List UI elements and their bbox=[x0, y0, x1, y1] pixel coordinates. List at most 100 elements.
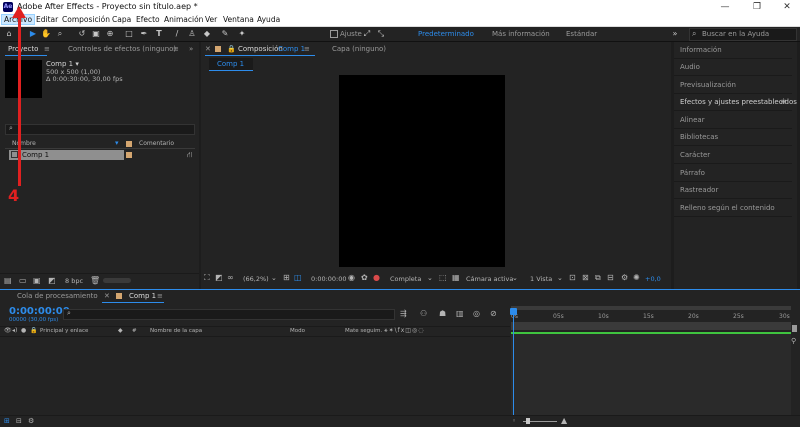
hand-tool-icon[interactable]: ✋ bbox=[41, 29, 51, 39]
rotate-tool-icon[interactable]: ↺ bbox=[77, 29, 87, 39]
track-area[interactable] bbox=[511, 334, 791, 415]
interpret-footage-icon[interactable]: ▤ bbox=[4, 276, 12, 285]
puppet-pin-icon[interactable]: ✦ bbox=[237, 29, 247, 39]
menu-ver[interactable]: Ver bbox=[205, 15, 217, 24]
in-out-toggle-icon[interactable]: ⚙ bbox=[28, 417, 34, 425]
sort-chevron-icon[interactable]: ▾ bbox=[115, 139, 119, 147]
effects-menu-icon[interactable]: ≡ bbox=[780, 97, 787, 106]
tab-effect-controls[interactable]: Controles de efectos (ninguno) bbox=[68, 45, 176, 53]
playhead[interactable] bbox=[513, 310, 514, 415]
comp-menu-icon[interactable]: ≡ bbox=[304, 45, 310, 53]
new-composition-icon[interactable]: ▣ bbox=[33, 276, 41, 285]
shy-layers-icon[interactable]: ☗ bbox=[439, 309, 446, 318]
col-parent-link[interactable]: Principal y enlace bbox=[40, 328, 88, 334]
new-folder-icon[interactable]: ▭ bbox=[19, 276, 27, 285]
project-row[interactable]: Comp 1 bbox=[9, 150, 124, 160]
motion-blur-icon[interactable]: ◎ bbox=[473, 309, 480, 318]
comp-button-icon[interactable]: ⚲ bbox=[791, 337, 796, 345]
time-ruler[interactable]: 0s 05s 10s 15s 20s 25s 30s bbox=[511, 309, 793, 320]
panel-preview[interactable]: Previsualización bbox=[680, 81, 736, 89]
graph-editor-icon[interactable]: ⊘ bbox=[490, 309, 497, 318]
resolution[interactable]: Completa bbox=[390, 275, 421, 283]
brush-tool-icon[interactable]: / bbox=[172, 29, 182, 39]
color-management-icon[interactable]: ● bbox=[373, 273, 380, 282]
panel-character[interactable]: Carácter bbox=[680, 151, 710, 159]
workspace-more-icon[interactable]: » bbox=[670, 29, 680, 39]
tab-composition-name[interactable]: Comp 1 bbox=[278, 45, 305, 53]
close-comp-icon[interactable]: ✕ bbox=[205, 45, 211, 53]
flowchart-icon[interactable]: ⛙ bbox=[187, 150, 193, 160]
switches-icons[interactable]: ⚹✶\fx◫◎◌ bbox=[384, 327, 424, 335]
binoculars-icon[interactable]: ∞ bbox=[227, 273, 234, 282]
workspace-default[interactable]: Predeterminado bbox=[418, 30, 474, 38]
menu-editar[interactable]: Editar bbox=[36, 15, 58, 24]
pixel-preview-icon[interactable]: ◩ bbox=[215, 273, 223, 282]
timeline-menu-icon[interactable]: ≡ bbox=[157, 292, 163, 300]
trash-icon[interactable]: 🗑 bbox=[90, 276, 100, 285]
timeline-search-input[interactable]: ⌕ bbox=[63, 309, 395, 320]
layer-switches-toggle-icon[interactable]: ⊞ bbox=[4, 417, 10, 425]
region-icon[interactable]: ◫ bbox=[294, 273, 302, 282]
close-button[interactable]: ✕ bbox=[772, 0, 800, 14]
visibility-icon[interactable]: 👁 bbox=[4, 327, 12, 334]
zoom-out-icon[interactable]: ◦ bbox=[512, 417, 516, 425]
col-track-matte[interactable]: Mate seguim. bbox=[345, 328, 382, 334]
panel-paragraph[interactable]: Párrafo bbox=[680, 169, 705, 177]
panel-libraries[interactable]: Bibliotecas bbox=[680, 133, 718, 141]
clone-stamp-icon[interactable]: ♙ bbox=[187, 29, 197, 39]
effect-controls-menu-icon[interactable]: ≡ bbox=[173, 45, 179, 53]
fast-previews-icon[interactable]: ⧉ bbox=[595, 273, 601, 283]
camera-view[interactable]: Cámara activa bbox=[466, 275, 513, 283]
show-channel-icon[interactable]: ✿ bbox=[361, 273, 368, 282]
menu-ventana[interactable]: Ventana bbox=[223, 15, 254, 24]
project-item-name[interactable]: Comp 1 ▾ bbox=[46, 60, 79, 68]
project-search-input[interactable]: ⌕ bbox=[5, 124, 195, 135]
panel-tracker[interactable]: Rastreador bbox=[680, 186, 718, 194]
help-search-box[interactable]: ⌕ Buscar en la Ayuda bbox=[689, 28, 797, 41]
draft-3d-icon[interactable]: ⚇ bbox=[420, 309, 427, 318]
panel-align[interactable]: Alinear bbox=[680, 116, 705, 124]
audio-icon[interactable]: ◂) bbox=[12, 327, 17, 334]
always-preview-icon[interactable]: ⛶ bbox=[204, 273, 210, 283]
menu-capa[interactable]: Capa bbox=[112, 15, 131, 24]
menu-efecto[interactable]: Efecto bbox=[136, 15, 160, 24]
playhead-handle[interactable] bbox=[510, 308, 517, 315]
row-label-color[interactable] bbox=[126, 152, 132, 158]
3d-draft-icon[interactable]: ⊠ bbox=[582, 273, 589, 282]
anchor-tool-icon[interactable]: ⊕ bbox=[105, 29, 115, 39]
comp-timecode[interactable]: 0:00:00:00 bbox=[311, 275, 347, 283]
col-number[interactable]: # bbox=[132, 328, 137, 334]
home-icon[interactable]: ⌂ bbox=[4, 29, 14, 39]
zoom-level[interactable]: (66,2%) bbox=[243, 275, 269, 283]
snap-expand-icon[interactable]: ⤡ bbox=[376, 29, 386, 39]
transfer-controls-toggle-icon[interactable]: ⊟ bbox=[16, 417, 22, 425]
exposure-icon[interactable]: ✺ bbox=[633, 273, 640, 282]
menu-animacion[interactable]: Animación bbox=[164, 15, 203, 24]
roi-icon[interactable]: ⬚ bbox=[439, 273, 447, 282]
tab-composition-prefix[interactable]: Composición bbox=[238, 45, 283, 53]
safe-margins-icon[interactable]: ⊞ bbox=[283, 273, 290, 282]
zoom-dropdown-icon[interactable]: ⌄ bbox=[271, 274, 277, 282]
label-tag-icon[interactable]: ◆ bbox=[118, 327, 123, 334]
comp-mini-flowchart-icon[interactable]: ⇶ bbox=[400, 309, 407, 318]
panel-audio[interactable]: Audio bbox=[680, 63, 700, 71]
work-area-end-handle[interactable] bbox=[792, 325, 797, 332]
frame-blending-icon[interactable]: ▥ bbox=[456, 309, 464, 318]
restore-button[interactable]: ❐ bbox=[742, 0, 772, 14]
tab-timeline-comp[interactable]: Comp 1 bbox=[129, 292, 156, 300]
comp-subtab[interactable]: Comp 1 bbox=[209, 58, 253, 71]
minimize-button[interactable]: — bbox=[710, 0, 740, 14]
comp-canvas[interactable] bbox=[339, 75, 505, 267]
bit-depth[interactable]: 8 bpc bbox=[65, 277, 83, 285]
workspace-learn[interactable]: Más información bbox=[492, 30, 550, 38]
toggle-pixel-aspect-icon[interactable]: ⊡ bbox=[569, 273, 576, 282]
resolution-dropdown-icon[interactable]: ⌄ bbox=[427, 274, 433, 282]
timeline-icon[interactable]: ⊟ bbox=[607, 273, 614, 282]
view-layout[interactable]: 1 Vista bbox=[530, 275, 552, 283]
tab-render-queue[interactable]: Cola de procesamiento bbox=[17, 292, 98, 300]
snap-option-icon[interactable]: ⤢ bbox=[362, 29, 372, 39]
lock-column-icon[interactable]: 🔒 bbox=[30, 327, 37, 334]
adobe-dynamic-link-icon[interactable]: ◩ bbox=[48, 276, 56, 285]
zoom-tool-icon[interactable]: ⌕ bbox=[55, 29, 65, 39]
col-mode[interactable]: Modo bbox=[290, 328, 305, 334]
